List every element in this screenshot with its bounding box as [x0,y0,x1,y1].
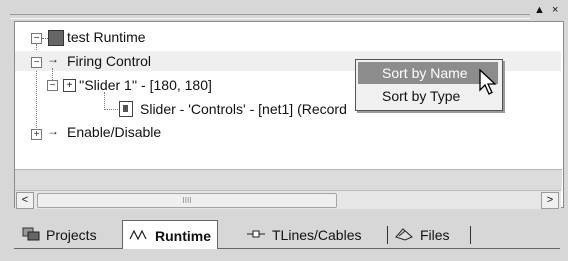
collapse-icon[interactable]: − [47,80,58,91]
menu-item-sort-by-type[interactable]: Sort by Type [358,85,498,107]
tab-tlines-cables[interactable]: TLines/Cables [246,224,362,246]
tab-separator [470,226,471,244]
tab-label: Files [420,227,450,243]
collapse-icon[interactable]: − [31,57,42,68]
panel-title-grip [10,14,530,19]
slider-node-icon: + [63,79,76,92]
bottom-tab-bar: Projects Runtime TLines/Cables Files [14,218,562,256]
tab-label: Runtime [155,228,211,244]
tree-item-slider-1[interactable]: ''Slider 1'' - [180, 180] [79,76,212,94]
tab-baseline [14,248,560,249]
arrow-right-icon: → [47,52,59,66]
tab-label: TLines/Cables [272,227,362,243]
tab-separator [387,226,388,244]
tree-root-label[interactable]: test Runtime [67,28,146,46]
runtime-wave-icon [129,222,149,252]
horizontal-scrollbar[interactable]: < IIII > [15,190,561,209]
tree-connector [104,109,118,110]
tree-item-slider-detail[interactable]: Slider - 'Controls' - [net1] (Record [140,100,347,118]
files-icon [394,225,414,247]
arrow-right-icon: → [47,124,59,138]
tab-label: Projects [46,227,97,243]
scroll-right-button[interactable]: > [541,192,559,209]
projects-icon [22,225,40,247]
scroll-left-button[interactable]: < [16,192,34,209]
tab-files[interactable]: Files [394,224,450,246]
mouse-pointer-icon [479,68,497,95]
tree-item-firing-control[interactable]: Firing Control [67,52,151,70]
tline-icon [246,225,266,247]
expand-icon[interactable]: + [31,129,42,140]
tree-item-enable-disable[interactable]: Enable/Disable [67,123,161,141]
window-controls[interactable]: ▲ × [534,4,560,16]
tab-projects[interactable]: Projects [22,224,97,246]
scrollbar-thumb[interactable]: IIII [37,193,337,208]
menu-item-sort-by-name[interactable]: Sort by Name [358,62,498,84]
tab-runtime[interactable]: Runtime [122,220,218,249]
control-node-icon [119,101,133,117]
collapse-icon[interactable]: − [31,33,42,44]
runtime-root-icon [48,30,64,46]
panel-status-area [15,169,562,190]
tree-connector [104,92,105,110]
